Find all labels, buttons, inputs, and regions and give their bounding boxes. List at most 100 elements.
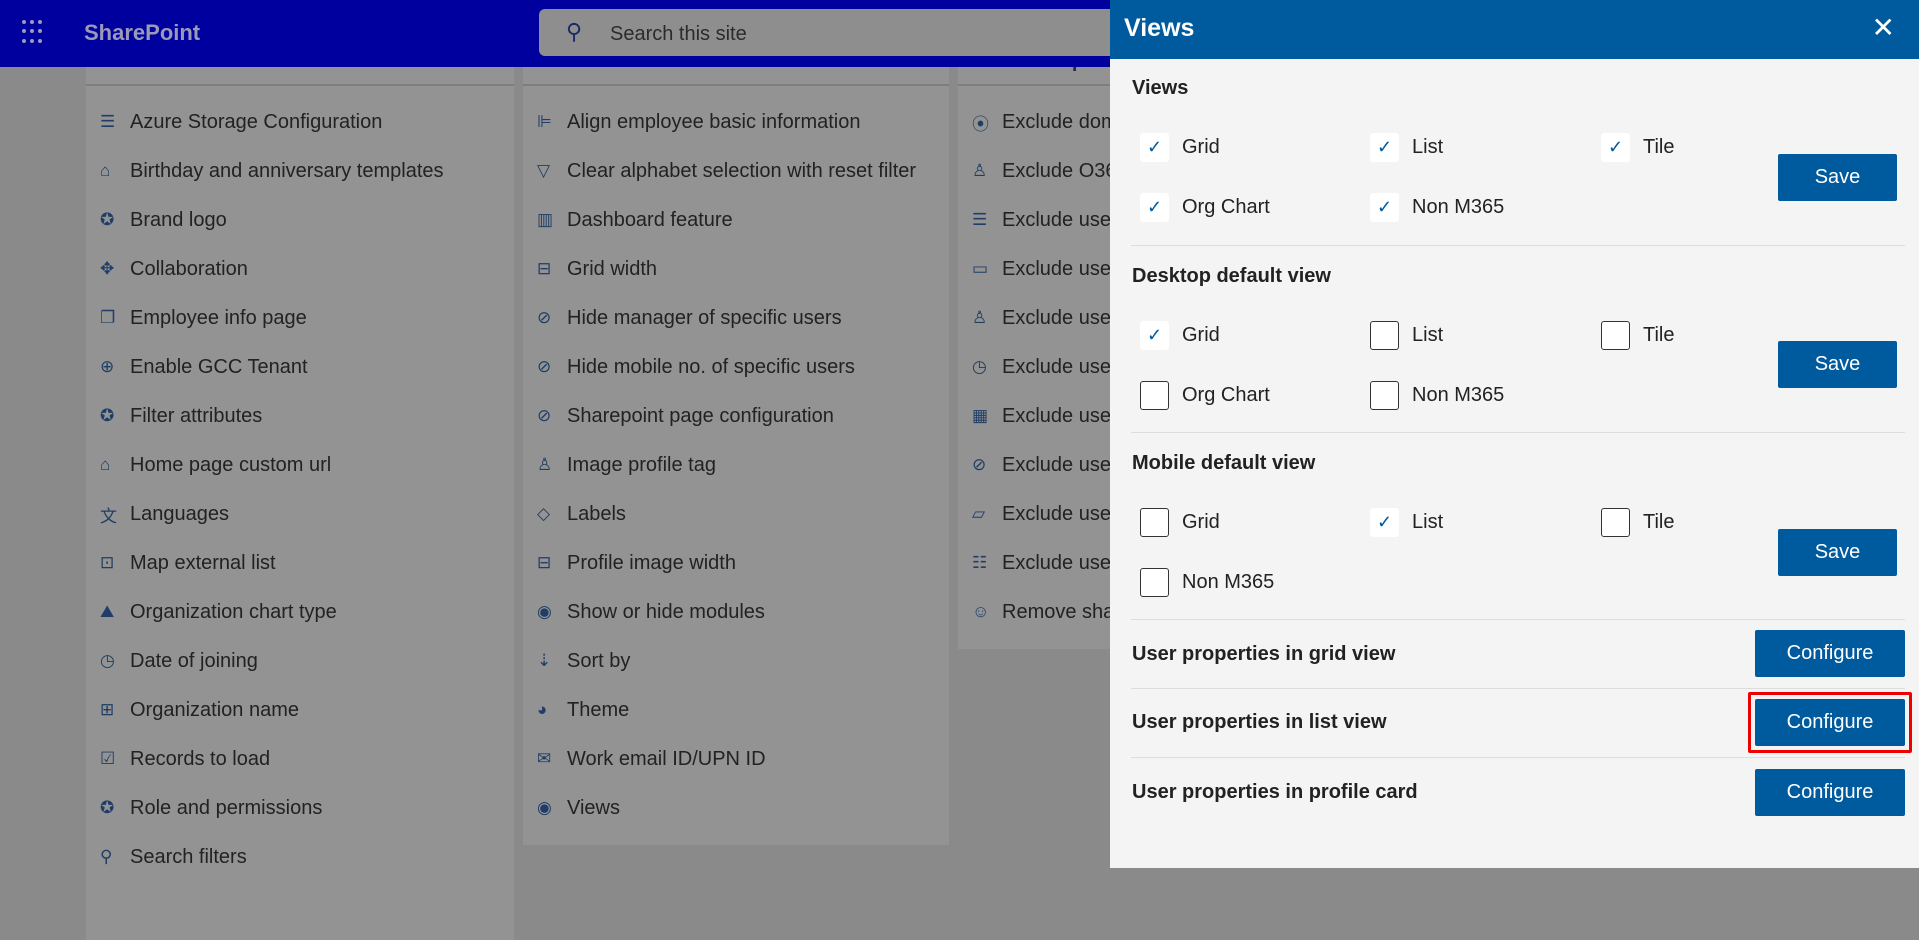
settings-link[interactable]: ♙ Exclude use: [972, 303, 1111, 333]
settings-link[interactable]: ▭ Exclude use: [972, 254, 1111, 284]
configure-button[interactable]: Configure: [1755, 769, 1905, 816]
settings-link[interactable]: ⊞ Organization name: [100, 695, 299, 725]
settings-link[interactable]: ⊘ Hide mobile no. of specific users: [537, 352, 855, 382]
checkbox-box[interactable]: [1601, 508, 1630, 537]
settings-link[interactable]: ⊫ Align employee basic information: [537, 107, 861, 137]
checkbox-box[interactable]: [1370, 381, 1399, 410]
settings-link[interactable]: ⌂ Birthday and anniversary templates: [100, 156, 444, 186]
checkbox-label: List: [1412, 324, 1444, 346]
settings-link[interactable]: ✪ Filter attributes: [100, 401, 262, 431]
checkbox-list[interactable]: ✓ List: [1370, 508, 1443, 537]
settings-link[interactable]: ⊘ Exclude use: [972, 450, 1111, 480]
cake-icon: ⌂: [100, 161, 111, 180]
settings-link[interactable]: ⊘ Sharepoint page configuration: [537, 401, 834, 431]
checkmark-icon[interactable]: ✓: [1370, 193, 1399, 222]
settings-link[interactable]: ✥ Collaboration: [100, 254, 248, 284]
checkmark-icon[interactable]: ✓: [1140, 133, 1169, 162]
checkbox-label: Org Chart: [1182, 196, 1270, 218]
database-icon: ☰: [100, 112, 116, 131]
settings-link[interactable]: ⊡ Map external list: [100, 548, 276, 578]
settings-link[interactable]: 文 Languages: [100, 499, 229, 529]
checkmark-icon[interactable]: ✓: [1370, 508, 1399, 537]
settings-link[interactable]: ✪ Role and permissions: [100, 793, 322, 823]
checkbox-grid[interactable]: Grid: [1140, 508, 1220, 537]
eye-off-icon: ⊘: [537, 308, 552, 327]
settings-link[interactable]: ☑ Records to load: [100, 744, 270, 774]
settings-link[interactable]: ▥ Dashboard feature: [537, 205, 733, 235]
briefcase-icon: ▭: [972, 259, 989, 278]
checkbox-box[interactable]: [1140, 568, 1169, 597]
bullet-list-icon: ☷: [972, 553, 988, 572]
checkbox-grid[interactable]: ✓ Grid: [1140, 133, 1220, 162]
settings-link[interactable]: ⦿ Exclude dom: [972, 107, 1118, 137]
checkbox-box[interactable]: [1140, 508, 1169, 537]
settings-link[interactable]: ◉ Views: [537, 793, 620, 823]
settings-link[interactable]: ✪ Brand logo: [100, 205, 227, 235]
settings-link[interactable]: ◷ Date of joining: [100, 646, 258, 676]
eye-icon: ◉: [537, 602, 552, 621]
settings-link[interactable]: ▱ Exclude use: [972, 499, 1111, 529]
settings-link[interactable]: ⊟ Profile image width: [537, 548, 736, 578]
settings-link[interactable]: ◷ Exclude use: [972, 352, 1111, 382]
save-button[interactable]: Save: [1778, 341, 1897, 388]
checkmark-icon[interactable]: ✓: [1601, 133, 1630, 162]
checkbox-list[interactable]: List: [1370, 321, 1443, 350]
checkbox-org-chart[interactable]: Org Chart: [1140, 381, 1270, 410]
settings-column-general: General☰Azure Storage Configuration⌂Birt…: [86, 40, 514, 940]
settings-link[interactable]: ◉ Show or hide modules: [537, 597, 765, 627]
checkmark-icon[interactable]: ✓: [1140, 321, 1169, 350]
settings-link[interactable]: ⊘ Hide manager of specific users: [537, 303, 842, 333]
waffle-icon[interactable]: [22, 20, 46, 44]
settings-link[interactable]: ⊟ Grid width: [537, 254, 657, 284]
settings-link[interactable]: ♙ Image profile tag: [537, 450, 716, 480]
app-name[interactable]: SharePoint: [84, 20, 200, 46]
settings-link[interactable]: ◕ Theme: [537, 695, 629, 725]
checkbox-grid[interactable]: ✓ Grid: [1140, 321, 1220, 350]
settings-link-label: Align employee basic information: [567, 110, 861, 133]
settings-link[interactable]: ▦ Exclude use: [972, 401, 1111, 431]
settings-link[interactable]: ☰ Azure Storage Configuration: [100, 107, 382, 137]
property-label: User properties in profile card: [1132, 781, 1418, 803]
settings-link[interactable]: ⇣ Sort by: [537, 646, 630, 676]
translate-icon: 文: [100, 506, 117, 526]
globe-icon: ⊕: [100, 357, 115, 376]
settings-link[interactable]: ❐ Employee info page: [100, 303, 307, 333]
settings-link-label: Exclude dom: [1002, 110, 1118, 133]
checkbox-label: Non M365: [1412, 196, 1505, 218]
settings-link-label: Exclude use: [1002, 453, 1111, 476]
configure-button[interactable]: Configure: [1755, 630, 1905, 677]
checkbox-tile[interactable]: Tile: [1601, 321, 1674, 350]
checkbox-box[interactable]: [1601, 321, 1630, 350]
checkbox-org-chart[interactable]: ✓ Org Chart: [1140, 193, 1270, 222]
settings-link[interactable]: ✉ Work email ID/UPN ID: [537, 744, 766, 774]
save-button[interactable]: Save: [1778, 529, 1897, 576]
settings-link-label: Work email ID/UPN ID: [567, 747, 766, 770]
save-button[interactable]: Save: [1778, 154, 1897, 201]
checkbox-tile[interactable]: Tile: [1601, 508, 1674, 537]
settings-link-label: Search filters: [130, 845, 247, 868]
checkbox-box[interactable]: [1140, 381, 1169, 410]
checkbox-label: Grid: [1182, 511, 1220, 533]
close-icon[interactable]: ✕: [1872, 11, 1895, 44]
settings-link[interactable]: ⛰ Organization chart type: [100, 597, 337, 627]
settings-link-label: Dashboard feature: [567, 208, 733, 231]
settings-link[interactable]: ⌂ Home page custom url: [100, 450, 331, 480]
settings-link-label: Hide manager of specific users: [567, 306, 842, 329]
checkbox-non-m365[interactable]: ✓ Non M365: [1370, 193, 1504, 222]
settings-link[interactable]: ▽ Clear alphabet selection with reset fil…: [537, 156, 916, 186]
checkbox-tile[interactable]: ✓ Tile: [1601, 133, 1674, 162]
settings-link[interactable]: ♙ Exclude O36: [972, 156, 1117, 186]
checkbox-non-m365[interactable]: Non M365: [1140, 568, 1274, 597]
settings-link[interactable]: ☺ Remove sha: [972, 597, 1114, 627]
settings-link-label: Languages: [130, 502, 229, 525]
checkmark-icon[interactable]: ✓: [1140, 193, 1169, 222]
checkbox-box[interactable]: [1370, 321, 1399, 350]
settings-link[interactable]: ☷ Exclude use: [972, 548, 1111, 578]
checkbox-non-m365[interactable]: Non M365: [1370, 381, 1504, 410]
settings-link[interactable]: ◇ Labels: [537, 499, 626, 529]
settings-link[interactable]: ⊕ Enable GCC Tenant: [100, 352, 308, 382]
settings-link-label: Date of joining: [130, 649, 258, 672]
settings-link[interactable]: ☰ Exclude use: [972, 205, 1111, 235]
checkmark-icon[interactable]: ✓: [1370, 133, 1399, 162]
checkbox-list[interactable]: ✓ List: [1370, 133, 1443, 162]
